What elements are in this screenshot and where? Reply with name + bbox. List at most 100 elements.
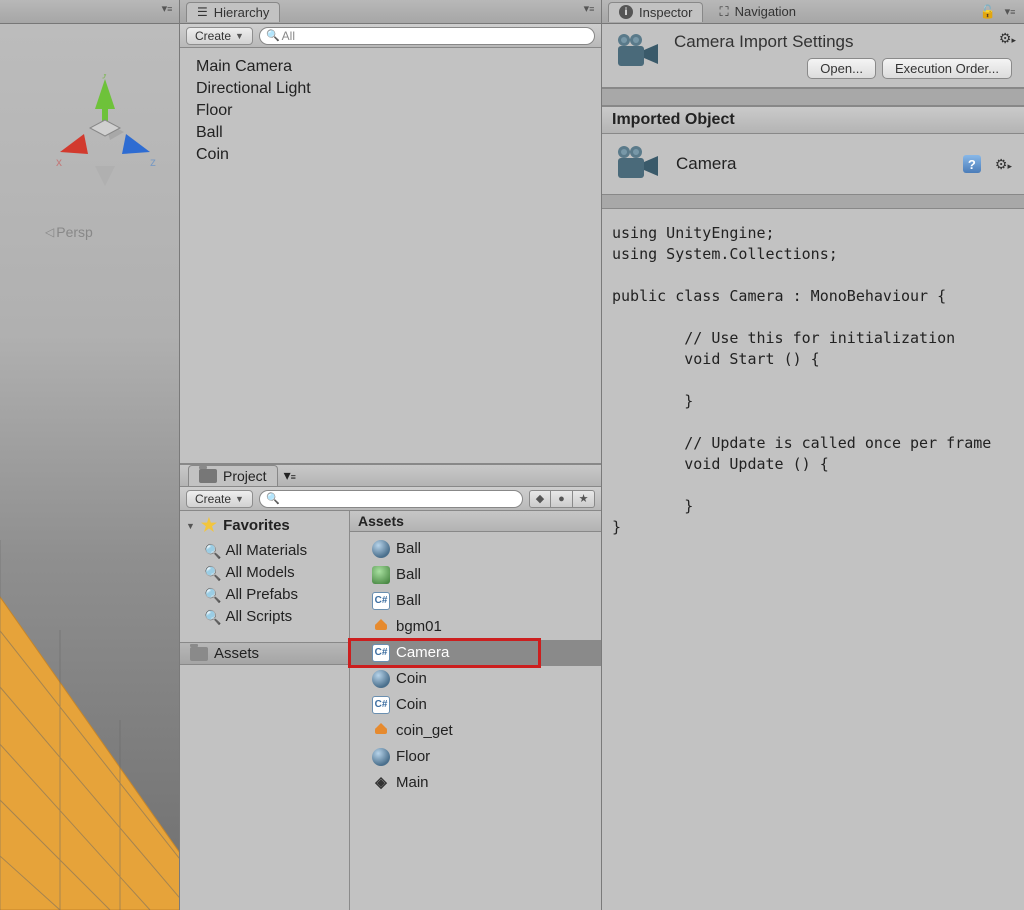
asset-label: coin_get <box>396 719 453 743</box>
hierarchy-item[interactable]: Coin <box>184 144 597 166</box>
prefab-icon <box>372 566 390 584</box>
help-icon[interactable]: ? <box>963 155 981 173</box>
search-icon: 🔍 <box>204 584 221 606</box>
favorites-label: Favorites <box>223 517 290 534</box>
favorite-label: All Scripts <box>225 606 292 628</box>
tab-menu-icon[interactable]: ▾≡ <box>1002 5 1018 18</box>
open-button[interactable]: Open... <box>807 58 876 79</box>
asset-item[interactable]: coin_get <box>350 718 601 744</box>
unity-scene-icon: ◈ <box>372 774 390 792</box>
hierarchy-search[interactable]: 🔍 All <box>259 27 595 45</box>
asset-label: Camera <box>396 641 449 665</box>
tab-project-label: Project <box>223 468 267 484</box>
audio-icon <box>372 723 390 739</box>
favorite-search-item[interactable]: 🔍All Models <box>180 562 349 584</box>
hierarchy-tabbar: ☰ Hierarchy ▾≡ <box>180 0 601 24</box>
hierarchy-item[interactable]: Main Camera <box>184 56 597 78</box>
tab-menu-icon[interactable]: ▾≡ <box>581 2 597 15</box>
asset-label: Ball <box>396 537 421 561</box>
scene-view[interactable]: y x z ◁Persp <box>0 24 179 910</box>
asset-list: BallBallC#Ballbgm01C#CameraCoinC#Coincoi… <box>350 532 601 910</box>
hierarchy-list[interactable]: Main CameraDirectional LightFloorBallCoi… <box>180 48 601 463</box>
material-icon <box>372 540 390 558</box>
material-icon <box>372 748 390 766</box>
favorite-label: All Models <box>225 562 294 584</box>
inspector-title: Camera Import Settings <box>674 32 1012 52</box>
favorite-search-item[interactable]: 🔍All Scripts <box>180 606 349 628</box>
navigation-icon: ⛶ <box>719 4 728 20</box>
project-body: ▼ ★ Favorites 🔍All Materials🔍All Models🔍… <box>180 511 601 910</box>
tab-menu-icon[interactable]: ▾≡ <box>284 467 296 484</box>
expand-icon[interactable]: ▼ <box>186 521 195 531</box>
assets-folder[interactable]: Assets <box>180 642 349 665</box>
gizmo-label-y: y <box>102 74 108 79</box>
search-icon: 🔍 <box>266 29 280 42</box>
gizmo-label-x: x <box>56 155 62 169</box>
asset-item[interactable]: ◈Main <box>350 770 601 796</box>
project-filter-buttons: ◆ ● ★ <box>529 490 595 508</box>
csharp-script-icon: C# <box>372 592 390 610</box>
asset-item[interactable]: C# Camera <box>350 640 601 666</box>
tab-hierarchy[interactable]: ☰ Hierarchy <box>186 2 280 22</box>
csharp-script-icon: C# <box>372 644 390 662</box>
imported-object-row: Camera ? ⚙▸ <box>602 134 1024 195</box>
star-icon: ★ <box>201 515 217 536</box>
gear-icon[interactable]: ⚙▸ <box>995 156 1012 173</box>
hierarchy-icon: ☰ <box>197 5 208 19</box>
asset-item[interactable]: Ball <box>350 536 601 562</box>
gizmo-label-z: z <box>150 155 156 169</box>
inspector-tabbar: i Inspector ⛶ Navigation 🔓 ▾≡ <box>602 0 1024 24</box>
search-icon: 🔍 <box>266 492 280 505</box>
filter-by-label-button[interactable]: ● <box>551 490 573 508</box>
tab-menu-icon[interactable]: ▾≡ <box>159 2 175 15</box>
tab-inspector[interactable]: i Inspector <box>608 2 703 22</box>
camera-icon <box>614 144 662 184</box>
search-icon: 🔍 <box>204 540 221 562</box>
create-button[interactable]: Create ▼ <box>186 490 253 508</box>
asset-item[interactable]: bgm01 <box>350 614 601 640</box>
filter-by-type-button[interactable]: ◆ <box>529 490 551 508</box>
favorite-label: All Prefabs <box>225 584 298 606</box>
dropdown-icon: ▼ <box>235 494 244 504</box>
divider <box>602 195 1024 209</box>
favorites-folder[interactable]: ▼ ★ Favorites <box>180 513 349 538</box>
asset-item[interactable]: Ball <box>350 562 601 588</box>
lock-icon[interactable]: 🔓 <box>980 4 996 20</box>
tab-project[interactable]: Project <box>188 465 278 486</box>
tab-navigation[interactable]: ⛶ Navigation <box>709 2 806 22</box>
save-search-button[interactable]: ★ <box>573 490 595 508</box>
scene-tabbar: ▾≡ <box>0 0 179 24</box>
asset-item[interactable]: C#Coin <box>350 692 601 718</box>
camera-icon <box>614 32 662 72</box>
asset-label: Floor <box>396 745 430 769</box>
audio-icon <box>372 619 390 635</box>
favorite-search-item[interactable]: 🔍All Materials <box>180 540 349 562</box>
create-label: Create <box>195 29 231 43</box>
orientation-gizmo[interactable]: y x z <box>50 74 160 214</box>
asset-label: Ball <box>396 563 421 587</box>
tab-hierarchy-label: Hierarchy <box>214 5 270 20</box>
scene-floor-plane <box>0 480 179 910</box>
asset-item[interactable]: C#Ball <box>350 588 601 614</box>
project-assets-pane[interactable]: Assets BallBallC#Ballbgm01C#CameraCoinC#… <box>350 511 601 910</box>
asset-label: Coin <box>396 667 427 691</box>
asset-item[interactable]: Floor <box>350 744 601 770</box>
favorite-search-item[interactable]: 🔍All Prefabs <box>180 584 349 606</box>
project-folders-pane[interactable]: ▼ ★ Favorites 🔍All Materials🔍All Models🔍… <box>180 511 350 910</box>
tab-navigation-label: Navigation <box>735 4 796 19</box>
assets-header: Assets <box>350 511 601 532</box>
project-toolbar: Create ▼ 🔍 ◆ ● ★ <box>180 487 601 511</box>
create-button[interactable]: Create ▼ <box>186 27 253 45</box>
projection-label[interactable]: ◁Persp <box>45 224 93 240</box>
hierarchy-item[interactable]: Directional Light <box>184 78 597 100</box>
hierarchy-item[interactable]: Ball <box>184 122 597 144</box>
info-icon: i <box>619 5 633 19</box>
asset-item[interactable]: Coin <box>350 666 601 692</box>
execution-order-button[interactable]: Execution Order... <box>882 58 1012 79</box>
project-search[interactable]: 🔍 <box>259 490 523 508</box>
hierarchy-item[interactable]: Floor <box>184 100 597 122</box>
project-tabbar: Project ▾≡ <box>180 463 601 487</box>
asset-label: bgm01 <box>396 615 442 639</box>
folder-icon <box>190 647 208 661</box>
gear-icon[interactable]: ⚙▸ <box>999 30 1016 47</box>
